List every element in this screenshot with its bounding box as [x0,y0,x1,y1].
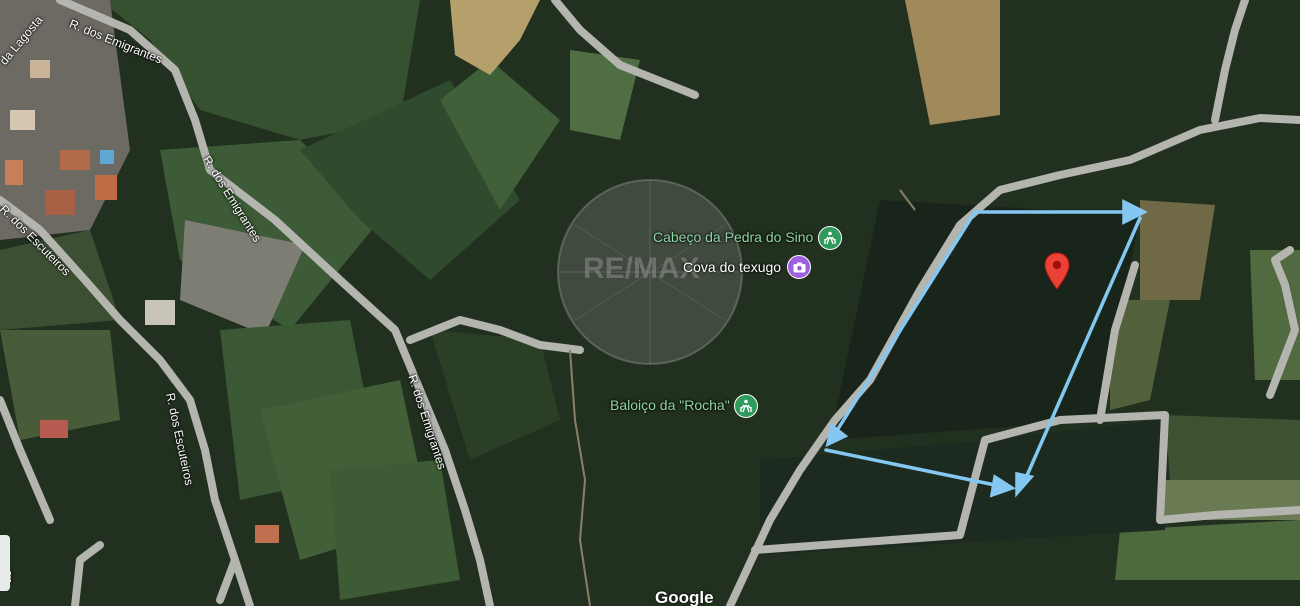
map-marker-icon[interactable] [1044,252,1070,290]
boundary-arrows [824,199,1148,498]
poi-label-cova[interactable]: Cova do texugo [683,259,781,275]
arrow-bottom [824,448,997,487]
google-attribution: Google [655,588,714,606]
hiking-icon[interactable] [818,226,842,250]
arrow-right [1023,216,1142,482]
poi-label-cabeco[interactable]: Cabeço da Pedra do Sino [653,229,813,245]
side-panel-handle[interactable] [0,535,10,591]
poi-label-baloico[interactable]: Baloiço da "Rocha" [610,397,730,413]
satellite-map[interactable]: RE/MAX Cabeço da Pedra do Sino Cova do t… [0,0,1300,606]
camera-icon[interactable] [787,255,811,279]
hiking-icon[interactable] [734,394,758,418]
arrow-left [834,210,977,434]
